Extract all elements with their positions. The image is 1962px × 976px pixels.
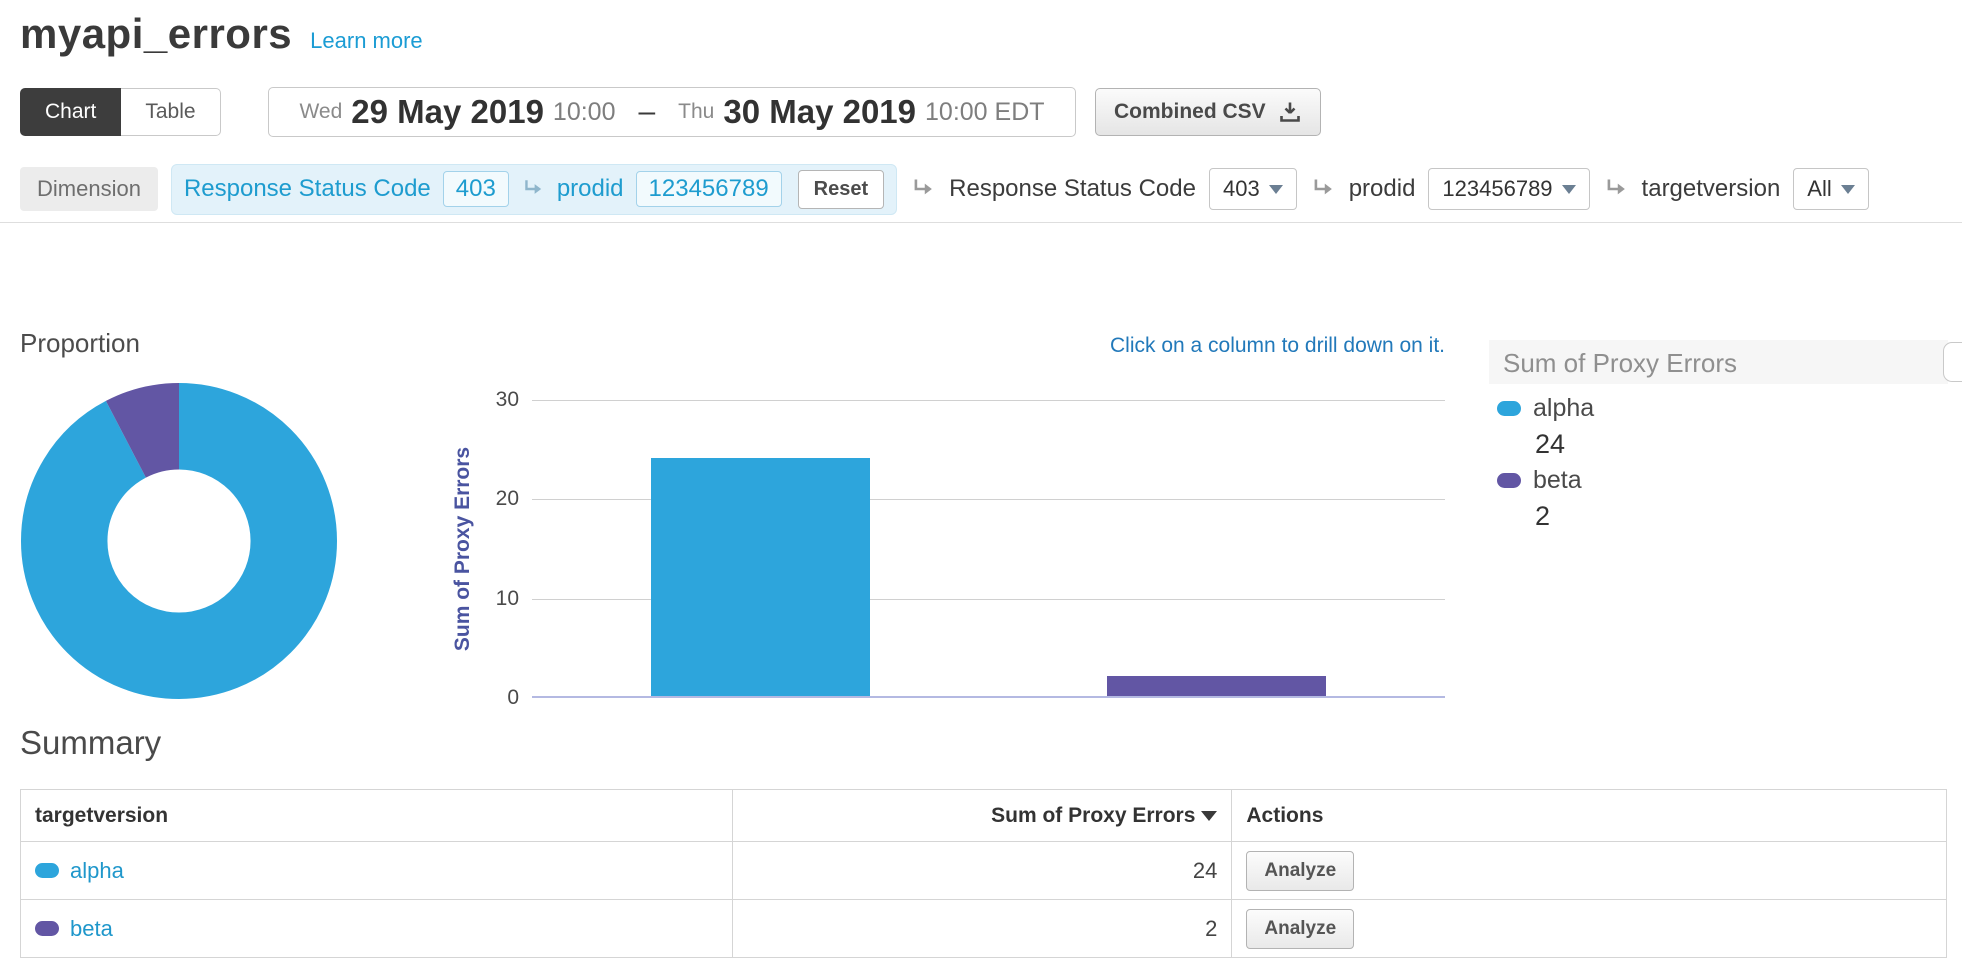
tab-table[interactable]: Table: [121, 88, 220, 136]
breadcrumb-value[interactable]: 403: [443, 171, 509, 207]
summary-table: targetversion Sum of Proxy Errors Action…: [20, 789, 1947, 958]
legend-items: alpha 24 beta 2: [1489, 390, 1948, 534]
caret-down-icon: [1562, 185, 1576, 194]
cell-sum-value: 24: [732, 842, 1232, 900]
end-day: Thu: [678, 100, 714, 124]
y-axis-ticks: 0102030: [429, 400, 519, 698]
start-time: 10:00: [553, 98, 616, 127]
legend-item-value: 24: [1489, 426, 1948, 462]
filter-bar: Dimension Response Status Code 403 prodi…: [20, 166, 1942, 212]
donut-svg: [20, 382, 338, 700]
combined-csv-label: Combined CSV: [1114, 100, 1266, 124]
date-range-picker[interactable]: Wed 29 May 2019 10:00 – Thu 30 May 2019 …: [268, 87, 1076, 137]
y-tick-label: 0: [507, 685, 519, 711]
tab-chart[interactable]: Chart: [20, 88, 121, 136]
section-divider: [0, 222, 1962, 223]
column-header-targetversion: targetversion: [21, 790, 733, 842]
proportion-donut-chart: [20, 382, 338, 700]
selector-label: targetversion: [1642, 175, 1781, 203]
end-date: 30 May 2019: [723, 93, 916, 131]
drilldown-hint: Click on a column to drill down on it.: [1110, 334, 1445, 358]
download-icon: [1278, 100, 1302, 124]
breadcrumb-value[interactable]: 123456789: [636, 171, 782, 207]
column-header-sum-proxy-errors[interactable]: Sum of Proxy Errors: [732, 790, 1232, 842]
legend-item-value: 2: [1489, 498, 1948, 534]
series-swatch: [35, 921, 59, 936]
targetversion-link[interactable]: beta: [70, 916, 113, 942]
bar-beta[interactable]: [1107, 676, 1326, 696]
dimension-label: Dimension: [20, 167, 158, 211]
legend-item-alpha[interactable]: alpha: [1489, 390, 1948, 426]
legend-panel: Sum of Proxy Errors alpha 24 beta 2: [1489, 340, 1948, 534]
legend-item-label: alpha: [1533, 394, 1594, 423]
report-page: myapi_errors Learn more Chart Table Wed …: [0, 0, 1962, 976]
selector-label: prodid: [1349, 175, 1416, 203]
proportion-title: Proportion: [20, 328, 140, 359]
breadcrumb-label[interactable]: Response Status Code: [184, 175, 431, 203]
bar-chart-plot: [532, 400, 1445, 698]
selector-value: 403: [1223, 176, 1260, 202]
legend-item-label: beta: [1533, 466, 1582, 495]
combined-csv-button[interactable]: Combined CSV: [1095, 88, 1321, 136]
date-range-separator: –: [638, 95, 655, 129]
bar-alpha[interactable]: [651, 458, 870, 696]
column-header-label: Sum of Proxy Errors: [991, 804, 1195, 827]
cell-targetversion: alpha: [21, 842, 733, 900]
y-tick-label: 20: [496, 486, 519, 512]
cell-actions: Analyze: [1232, 842, 1947, 900]
caret-down-icon: [1841, 185, 1855, 194]
end-time: 10:00 EDT: [925, 98, 1045, 127]
cell-actions: Analyze: [1232, 900, 1947, 958]
summary-title: Summary: [20, 724, 161, 762]
legend-swatch: [1497, 473, 1521, 488]
analyze-button[interactable]: Analyze: [1246, 909, 1354, 949]
view-toggle: Chart Table: [20, 88, 221, 136]
selector-dropdown-prodid[interactable]: 123456789: [1428, 168, 1589, 210]
y-tick-label: 30: [496, 387, 519, 413]
panel-edge-pill: [1943, 342, 1962, 382]
series-swatch: [35, 863, 59, 878]
legend-title: Sum of Proxy Errors: [1489, 340, 1948, 384]
branch-arrow-icon: [521, 177, 545, 201]
table-row-alpha: alpha 24 Analyze: [21, 842, 1947, 900]
selector-value: All: [1807, 176, 1831, 202]
start-day: Wed: [299, 100, 342, 124]
page-title: myapi_errors: [20, 10, 292, 58]
drilldown-breadcrumb: Response Status Code 403 prodid 12345678…: [171, 164, 897, 215]
gridline: [532, 400, 1445, 401]
reset-button[interactable]: Reset: [798, 170, 884, 209]
branch-arrow-icon: [1310, 176, 1336, 202]
y-tick-label: 10: [496, 586, 519, 612]
legend-item-beta[interactable]: beta: [1489, 462, 1948, 498]
summary-header-row: targetversion Sum of Proxy Errors Action…: [21, 790, 1947, 842]
cell-targetversion: beta: [21, 900, 733, 958]
sort-desc-icon: [1201, 811, 1217, 821]
targetversion-link[interactable]: alpha: [70, 858, 124, 884]
start-date: 29 May 2019: [351, 93, 544, 131]
header: myapi_errors Learn more: [20, 10, 423, 58]
selector-label: Response Status Code: [949, 175, 1196, 203]
caret-down-icon: [1269, 185, 1283, 194]
learn-more-link[interactable]: Learn more: [310, 28, 423, 54]
selector-dropdown-targetversion[interactable]: All: [1793, 168, 1868, 210]
selector-value: 123456789: [1442, 176, 1552, 202]
selector-dropdown-response-status-code[interactable]: 403: [1209, 168, 1297, 210]
branch-arrow-icon: [1603, 176, 1629, 202]
column-header-actions: Actions: [1232, 790, 1947, 842]
branch-arrow-icon: [910, 176, 936, 202]
cell-sum-value: 2: [732, 900, 1232, 958]
x-axis-line: [532, 696, 1445, 698]
analyze-button[interactable]: Analyze: [1246, 851, 1354, 891]
table-row-beta: beta 2 Analyze: [21, 900, 1947, 958]
legend-swatch: [1497, 401, 1521, 416]
breadcrumb-label[interactable]: prodid: [557, 175, 624, 203]
